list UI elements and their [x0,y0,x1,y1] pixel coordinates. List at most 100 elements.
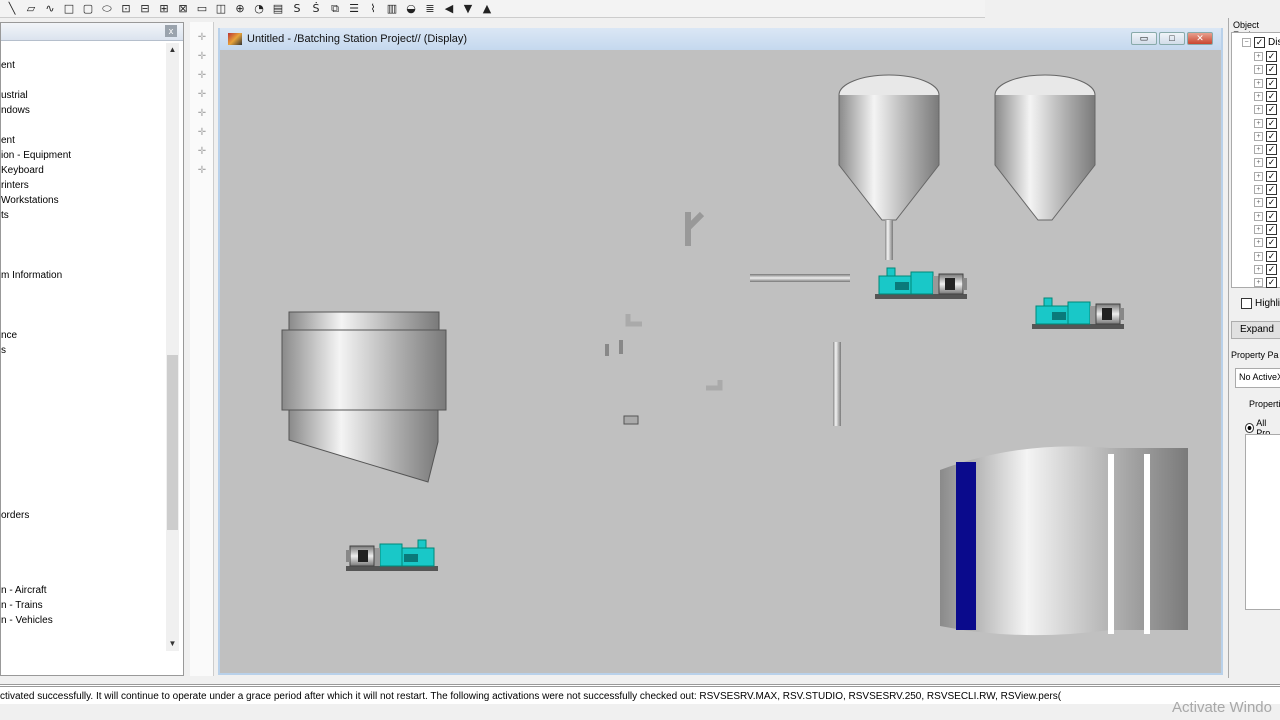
library-item[interactable] [1,538,166,553]
checkbox[interactable]: ✓ [1266,237,1277,249]
tree-item[interactable]: + ✓ [1254,223,1277,236]
expand-icon[interactable]: + [1254,185,1263,194]
library-item[interactable]: ndows [1,103,166,118]
rectangle-icon[interactable]: □ [61,2,77,16]
library-item[interactable]: ion - Equipment [1,148,166,163]
library-item[interactable]: ent [1,133,166,148]
library-item[interactable] [1,403,166,418]
pump-1[interactable] [874,267,968,300]
library-item[interactable] [1,478,166,493]
tree-item[interactable]: + ✓ [1254,90,1277,103]
tree-item[interactable]: + ✓ [1254,236,1277,249]
tree-item[interactable]: + ✓ [1254,156,1277,169]
library-item[interactable] [1,223,166,238]
tree-item[interactable]: + ✓ [1254,77,1277,90]
library-item[interactable]: rinters [1,178,166,193]
library-item[interactable] [1,283,166,298]
align-center-icon[interactable]: ✛ [196,51,208,63]
library-item[interactable]: n - Vehicles [1,613,166,628]
checkbox[interactable]: ✓ [1266,64,1277,76]
library-item[interactable] [1,373,166,388]
property-grid[interactable] [1245,434,1280,610]
hopper[interactable] [281,311,447,483]
checkbox[interactable]: ✓ [1266,157,1277,169]
scale-icon[interactable]: ◒ [403,2,419,16]
tree-item[interactable]: + ✓ [1254,130,1277,143]
library-item[interactable] [1,118,166,133]
ellipse-icon[interactable]: ⬭ [99,2,115,16]
checkbox[interactable]: ✓ [1266,223,1277,235]
pipe-fitting[interactable] [605,344,609,356]
gauge-icon[interactable]: ◔ [251,2,267,16]
pipe-elbow[interactable] [706,380,723,391]
tree-item[interactable]: + ✓ [1254,103,1277,116]
vertical-pipe[interactable] [833,342,841,426]
library-item[interactable] [1,493,166,508]
symbol-icon[interactable]: ⊕ [232,2,248,16]
expand-icon[interactable]: + [1254,52,1263,61]
checkbox[interactable]: ✓ [1266,130,1277,142]
expand-icon[interactable]: + [1254,145,1263,155]
checkbox[interactable]: ✓ [1266,77,1277,89]
silo-2[interactable] [994,74,1096,221]
library-item[interactable] [1,463,166,478]
checkbox[interactable]: ✓ [1266,263,1277,275]
line-icon[interactable]: ╲ [4,2,20,16]
tree-item[interactable]: + ✓ [1254,50,1277,63]
tree-item[interactable]: + ✓ [1254,183,1277,196]
graphic-canvas[interactable] [220,50,1221,673]
checkbox[interactable]: ✓ [1266,117,1277,129]
freehand-icon[interactable]: ∿ [42,2,58,16]
checkbox[interactable]: ✓ [1266,51,1277,62]
close-button[interactable]: ✕ [1187,32,1213,45]
expand-icon[interactable]: + [1254,251,1263,261]
pipe-tee[interactable] [685,211,705,246]
arrow-up-icon[interactable]: ▲ [479,2,495,16]
checkbox[interactable]: ✓ [1266,90,1277,102]
polyline-icon[interactable]: ▱ [23,2,39,16]
expand-icon[interactable]: + [1254,65,1263,75]
arrow-down-icon[interactable]: ▼ [460,2,476,16]
library-item[interactable]: n - Aircraft [1,583,166,598]
library-item[interactable] [1,448,166,463]
tree-item[interactable]: + ✓ [1254,170,1277,183]
highlight-checkbox[interactable] [1241,298,1252,309]
library-item[interactable]: ent [1,58,166,73]
align-left-icon[interactable]: ✛ [196,32,208,44]
checkbox[interactable]: ✓ [1266,277,1277,289]
library-item[interactable]: orders [1,508,166,523]
silo-1[interactable] [838,74,940,260]
library-item[interactable]: Workstations [1,193,166,208]
string-display-icon[interactable]: S [289,2,305,16]
align-bottom-icon[interactable]: ✛ [196,127,208,139]
center-both-icon[interactable]: ✛ [196,146,208,158]
library-item[interactable]: n - Trains [1,598,166,613]
storage-tank[interactable] [940,446,1188,636]
align-right-icon[interactable]: ✛ [196,70,208,82]
pump-2[interactable] [1031,297,1125,330]
library-item[interactable]: ts [1,208,166,223]
numeric-display-icon[interactable]: ▤ [270,2,286,16]
library-item[interactable] [1,418,166,433]
button-icon[interactable]: ⊡ [118,2,134,16]
expand-icon[interactable]: + [1254,224,1263,234]
tree-item[interactable]: + ✓ [1254,117,1277,130]
checkbox[interactable]: ✓ [1266,144,1277,156]
library-item[interactable]: m Information [1,268,166,283]
expand-icon[interactable]: + [1254,78,1263,88]
library-item[interactable]: nce [1,328,166,343]
expand-icon[interactable]: + [1254,118,1263,128]
expand-icon[interactable]: + [1254,91,1263,101]
checkbox[interactable]: ✓ [1266,197,1277,209]
trend-icon[interactable]: ⌇ [365,2,381,16]
align-middle-icon[interactable]: ✛ [196,108,208,120]
scroll-down-icon[interactable]: ▼ [166,639,179,651]
checkbox[interactable]: ✓ [1266,104,1277,116]
tree-item[interactable]: + ✓ [1254,143,1277,156]
library-item[interactable]: s [1,343,166,358]
recipe-icon[interactable]: ⧉ [327,2,343,16]
arrow-left-icon[interactable]: ◀ [441,2,457,16]
tree-item[interactable]: + ✓ [1254,263,1277,276]
tree-item[interactable]: + ✓ [1254,250,1277,263]
checkbox[interactable]: ✓ [1266,210,1277,222]
